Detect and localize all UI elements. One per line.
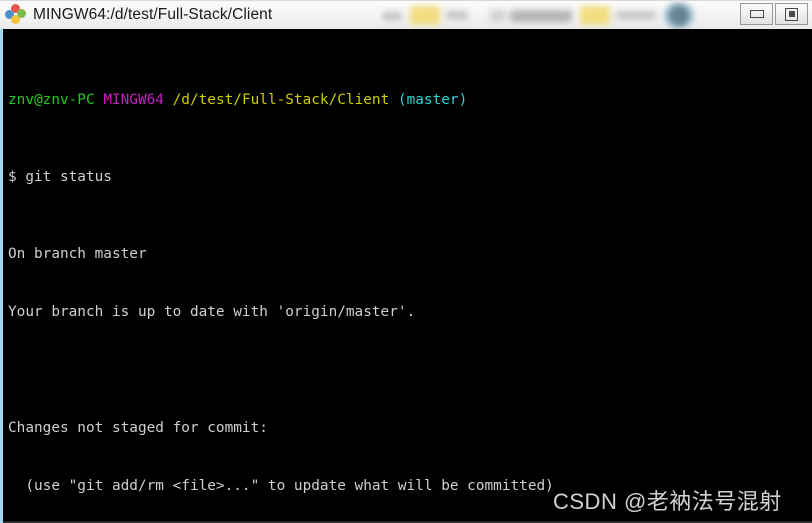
minimize-button[interactable]	[740, 3, 773, 25]
status-line: On branch master	[8, 246, 147, 263]
minimize-icon	[749, 10, 764, 18]
prompt-path: /d/test/Full-Stack/Client	[172, 91, 390, 108]
status-line: (use "git add/rm <file>..." to update wh…	[8, 477, 554, 494]
command-line: $ git status	[8, 169, 112, 186]
mintty-window: MINGW64:/d/test/Full-Stack/Client znv@zn…	[0, 0, 812, 523]
prompt-shell: MINGW64	[103, 91, 164, 108]
terminal-output: znv@znv-PC MINGW64 /d/test/Full-Stack/Cl…	[3, 29, 812, 523]
status-line: Your branch is up to date with 'origin/m…	[8, 304, 416, 321]
window-controls[interactable]	[740, 3, 808, 25]
mintty-diamonds-icon	[5, 4, 27, 26]
restore-icon	[785, 7, 798, 21]
blurred-desktop-background	[380, 1, 730, 30]
window-title: MINGW64:/d/test/Full-Stack/Client	[33, 6, 273, 23]
status-line: Changes not staged for commit:	[8, 419, 268, 436]
status-line	[8, 361, 812, 380]
prompt-line: znv@znv-PC MINGW64 /d/test/Full-Stack/Cl…	[8, 91, 812, 110]
terminal-body[interactable]: znv@znv-PC MINGW64 /d/test/Full-Stack/Cl…	[0, 29, 812, 523]
restore-button[interactable]	[775, 3, 808, 25]
prompt-user-host: znv@znv-PC	[8, 91, 95, 108]
window-titlebar[interactable]: MINGW64:/d/test/Full-Stack/Client	[0, 0, 812, 29]
prompt-branch: (master)	[397, 91, 468, 108]
